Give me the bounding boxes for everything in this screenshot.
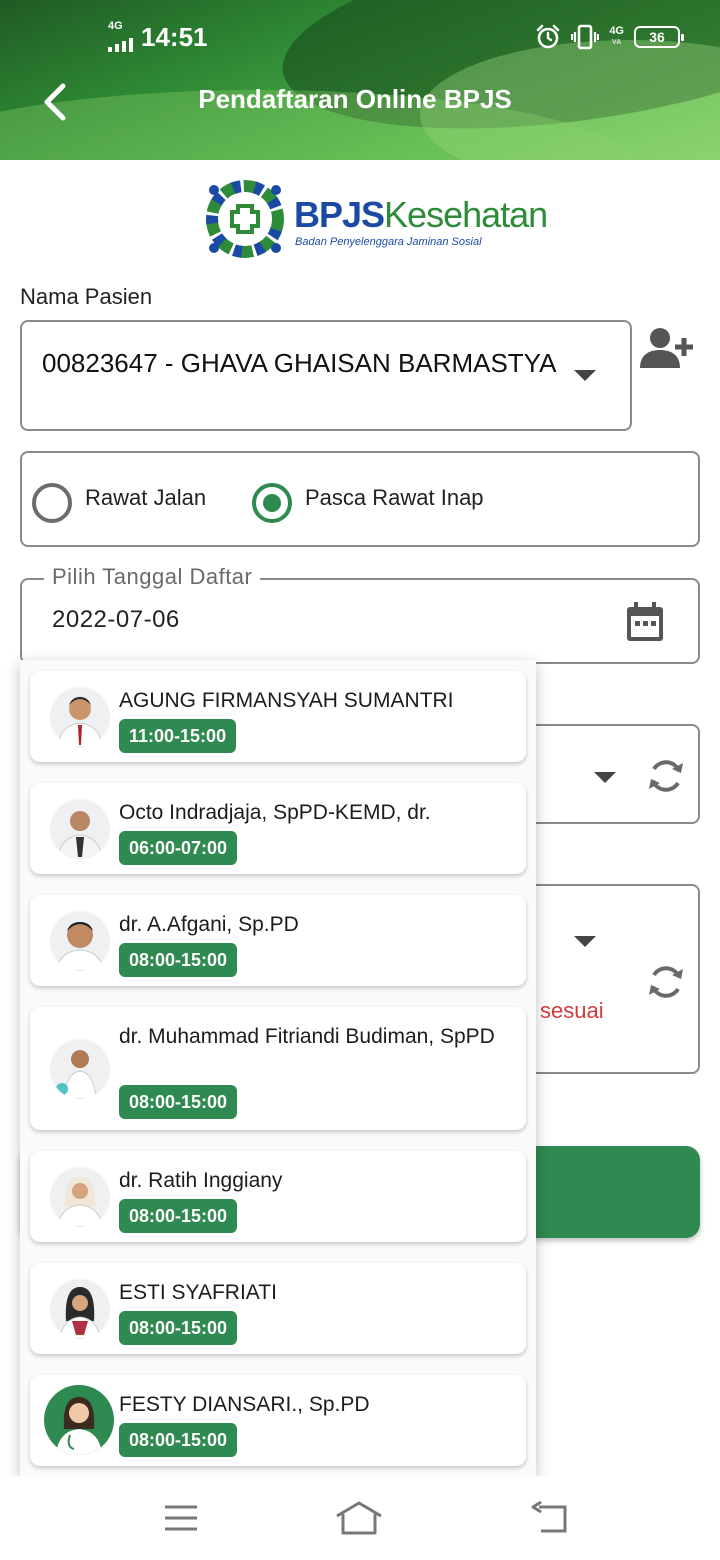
logo-title: BPJSKesehatan <box>294 194 548 235</box>
doctor-item[interactable]: AGUNG FIRMANSYAH SUMANTRI 11:00-15:00 <box>30 671 526 762</box>
page-title: Pendaftaran Online BPJS <box>198 84 512 114</box>
recents-button[interactable] <box>156 1498 206 1538</box>
back-nav-icon <box>531 1501 567 1533</box>
signal-icon <box>108 38 133 52</box>
network-type: 4G <box>108 20 123 32</box>
doctor-name: dr. Muhammad Fitriandi Budiman, SpPD <box>119 1025 495 1048</box>
doctor-name: FESTY DIANSARI., Sp.PD <box>119 1393 370 1416</box>
back-nav-button[interactable] <box>524 1498 574 1538</box>
radio-rawat-jalan[interactable] <box>32 483 72 523</box>
schedule-badge: 08:00-15:00 <box>119 943 238 977</box>
schedule-badge: 08:00-15:00 <box>119 1311 238 1345</box>
chevron-down-icon <box>574 370 596 381</box>
visit-type-group: Rawat Jalan Pasca Rawat Inap <box>20 451 700 547</box>
doctor-avatar <box>50 799 110 859</box>
screen: 4G 14:51 4G VA 36 Pendaftaran Online BPJ… <box>0 0 720 1560</box>
doctor-avatar <box>50 1279 110 1339</box>
doctor-name: dr. A.Afgani, Sp.PD <box>119 913 299 936</box>
battery-icon: 36 <box>634 26 684 48</box>
schedule-badge: 11:00-15:00 <box>119 719 237 753</box>
vibrate-icon <box>571 24 600 50</box>
radio-pasca-rawat-inap[interactable] <box>252 483 292 523</box>
doctor-avatar <box>44 1385 114 1455</box>
doctor-name: dr. Ratih Inggiany <box>119 1169 283 1192</box>
doctor-dropdown-list: AGUNG FIRMANSYAH SUMANTRI 11:00-15:00 Oc… <box>20 660 536 1476</box>
refresh-icon[interactable] <box>646 962 686 1002</box>
warning-text: sesuai <box>540 998 604 1023</box>
doctor-name: ESTI SYAFRIATI <box>119 1281 277 1304</box>
doctor-name: Octo Indradjaja, SpPD-KEMD, dr. <box>119 801 431 824</box>
doctor-item[interactable]: FESTY DIANSARI., Sp.PD 08:00-15:00 <box>30 1375 526 1466</box>
alarm-icon <box>537 24 560 49</box>
doctor-avatar <box>50 1167 110 1227</box>
patient-label: Nama Pasien <box>20 284 153 309</box>
schedule-badge: 08:00-15:00 <box>119 1199 238 1233</box>
date-value: 2022-07-06 <box>52 606 180 633</box>
doctor-item[interactable]: dr. Ratih Inggiany 08:00-15:00 <box>30 1151 526 1242</box>
doctor-item[interactable]: Octo Indradjaja, SpPD-KEMD, dr. 06:00-07… <box>30 783 526 874</box>
home-icon <box>336 1501 382 1535</box>
chevron-down-icon <box>594 772 616 783</box>
date-label: Pilih Tanggal Daftar <box>44 564 261 590</box>
chevron-down-icon <box>574 936 596 947</box>
patient-select[interactable]: 00823647 - GHAVA GHAISAN BARMASTYA <box>20 320 632 431</box>
date-field[interactable]: Pilih Tanggal Daftar 2022-07-06 <box>20 564 700 664</box>
doctor-item[interactable]: dr. Muhammad Fitriandi Budiman, SpPD 08:… <box>30 1007 526 1130</box>
app-bar: Pendaftaran Online BPJS <box>0 64 720 140</box>
schedule-badge: 06:00-07:00 <box>119 831 238 865</box>
status-bar: 4G 14:51 4G VA 36 <box>0 0 720 64</box>
schedule-badge: 08:00-15:00 <box>119 1423 238 1457</box>
bpjs-logo: BPJSKesehatan Badan Penyelenggara Jamina… <box>204 178 548 262</box>
header-background: 4G 14:51 4G VA 36 Pendaftaran Online BPJ… <box>0 0 720 160</box>
clock: 14:51 <box>141 22 208 52</box>
doctor-name: AGUNG FIRMANSYAH SUMANTRI <box>119 689 454 712</box>
menu-icon <box>165 1505 197 1531</box>
schedule-badge: 08:00-15:00 <box>119 1085 238 1119</box>
doctor-item[interactable]: dr. A.Afgani, Sp.PD 08:00-15:00 <box>30 895 526 986</box>
refresh-icon[interactable] <box>646 756 686 796</box>
doctor-item[interactable]: ESTI SYAFRIATI 08:00-15:00 <box>30 1263 526 1354</box>
calendar-icon[interactable] <box>626 602 664 642</box>
network-type-right: 4G VA <box>609 25 624 47</box>
doctor-avatar <box>50 911 110 971</box>
logo-subtitle: Badan Penyelenggara Jaminan Sosial <box>295 236 482 248</box>
battery-level: 36 <box>649 29 665 45</box>
person-add-icon[interactable] <box>640 326 694 370</box>
doctor-avatar <box>50 1039 110 1099</box>
doctor-avatar <box>50 687 110 747</box>
home-button[interactable] <box>334 1498 384 1538</box>
radio-label-pasca-rawat-inap: Pasca Rawat Inap <box>305 485 484 510</box>
radio-label-rawat-jalan: Rawat Jalan <box>85 485 207 510</box>
patient-value: 00823647 - GHAVA GHAISAN BARMASTYA <box>42 348 557 378</box>
system-nav-bar <box>0 1476 720 1560</box>
bpjs-logo-mark-icon <box>206 180 284 258</box>
